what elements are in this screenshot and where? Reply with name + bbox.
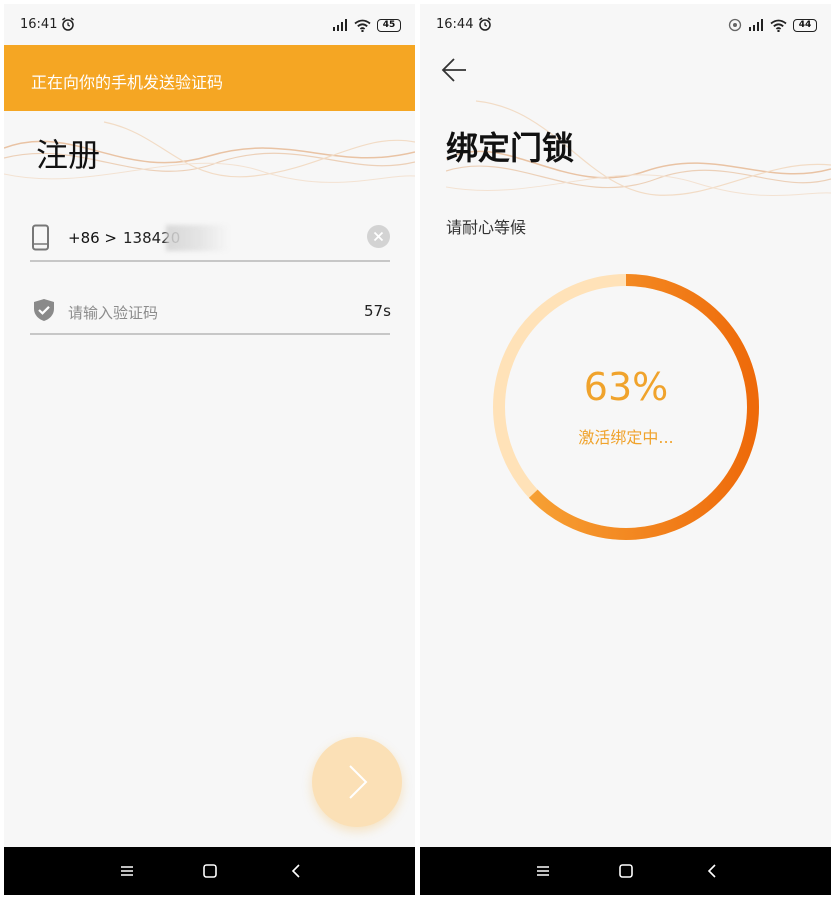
resend-countdown: 57s	[364, 302, 391, 320]
status-time: 16:44	[436, 17, 474, 32]
system-nav-bar	[4, 847, 415, 895]
home-icon[interactable]	[616, 861, 636, 881]
system-nav-bar	[420, 847, 831, 895]
progress-percent: 63%	[583, 365, 669, 409]
sms-sent-banner: 正在向你的手机发送验证码	[4, 45, 415, 111]
next-button[interactable]	[312, 737, 402, 827]
status-bar: 16:44 44	[420, 4, 831, 46]
status-bar: 16:41 45	[4, 4, 415, 46]
alarm-icon	[479, 17, 491, 31]
page-title: 绑定门锁	[446, 129, 575, 167]
page-subtitle: 请耐心等候	[446, 218, 527, 237]
bind-lock-screen: 16:44 44 绑定门锁 请耐心等候 63% 激活绑定中...	[420, 4, 831, 895]
back-arrow-icon[interactable]	[440, 56, 468, 84]
banner-text: 正在向你的手机发送验证码	[31, 73, 224, 92]
phone-icon	[32, 224, 49, 251]
shield-check-icon	[34, 299, 54, 321]
battery-indicator: 45	[377, 18, 401, 32]
register-screen: 16:41 45 正在向你的手机发送验证码 注册 +86 > 138420 请输…	[4, 4, 415, 895]
wifi-icon	[770, 19, 787, 32]
menu-icon[interactable]	[533, 861, 553, 881]
back-nav-icon[interactable]	[287, 861, 307, 881]
hotspot-icon	[728, 18, 742, 32]
code-field-underline	[30, 333, 390, 335]
back-nav-icon[interactable]	[703, 861, 723, 881]
battery-indicator: 44	[793, 18, 817, 32]
home-icon[interactable]	[200, 861, 220, 881]
number-redaction	[166, 225, 228, 251]
signal-icon	[749, 19, 763, 31]
verification-code-input[interactable]: 请输入验证码	[68, 302, 158, 323]
menu-icon[interactable]	[117, 861, 137, 881]
progress-status: 激活绑定中...	[578, 428, 674, 447]
page-title: 注册	[36, 136, 101, 174]
wifi-icon	[354, 19, 371, 32]
status-time: 16:41	[20, 17, 58, 32]
country-code-selector[interactable]: +86 >	[68, 229, 117, 247]
alarm-icon	[62, 17, 74, 31]
clear-input-icon[interactable]	[367, 225, 390, 248]
phone-field-underline	[30, 260, 390, 262]
chevron-right-icon	[349, 765, 368, 799]
signal-icon	[333, 19, 347, 31]
